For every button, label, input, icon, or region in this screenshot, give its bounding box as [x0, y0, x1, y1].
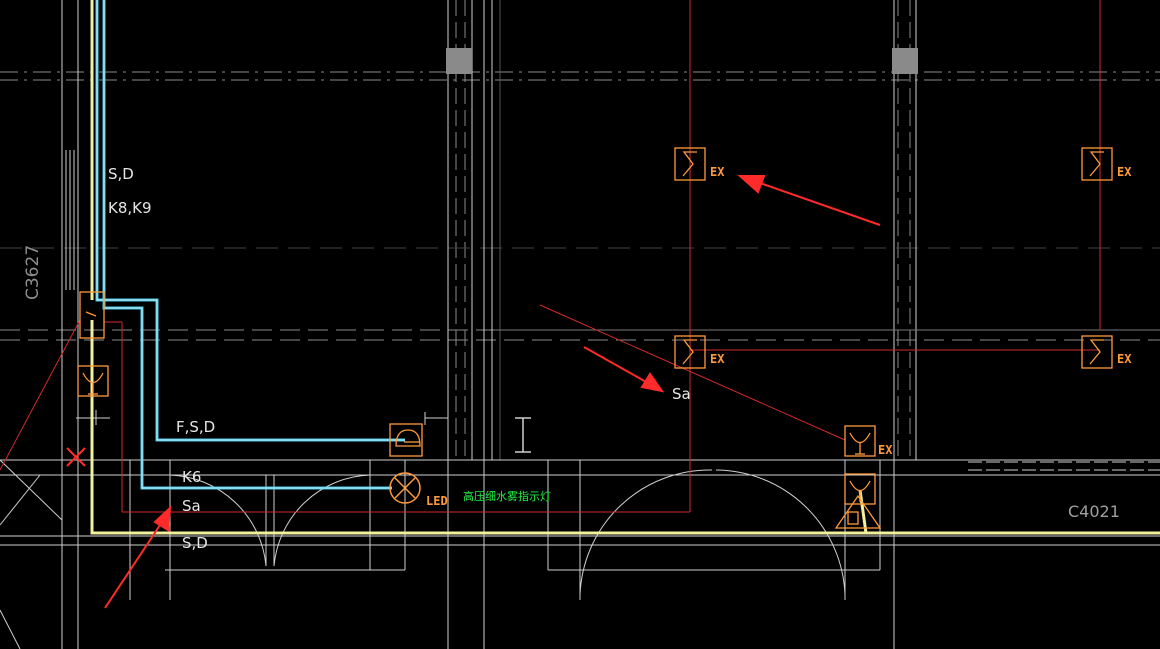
room-tag-c3627: C3627	[23, 245, 43, 300]
wire-label-sd-bottom: S,D	[182, 534, 208, 552]
exit-label: EX	[878, 443, 893, 457]
cad-drawing-canvas[interactable]: C3627 C4021 S,D K8,K9 F,S,D K6 Sa S,D Sa…	[0, 0, 1160, 649]
wire-label-k8k9: K8,K9	[108, 199, 152, 217]
led-note: 高压细水雾指示灯	[463, 489, 551, 503]
wire-label-sa-mid: Sa	[672, 385, 691, 403]
wire-label-sd-top: S,D	[108, 165, 134, 183]
led-label: LED	[426, 494, 448, 508]
room-tag-c4021: C4021	[1068, 502, 1120, 521]
exit-label: EX	[710, 165, 725, 179]
wire-label-k6: K6	[182, 468, 201, 486]
wire-label-fsd: F,S,D	[176, 418, 215, 436]
wire-label-sa-left: Sa	[182, 497, 201, 515]
exit-label: EX	[1117, 165, 1132, 179]
column-icon	[892, 48, 918, 74]
exit-label: EX	[1117, 352, 1132, 366]
column-icon	[446, 48, 472, 74]
exit-label: EX	[710, 352, 725, 366]
